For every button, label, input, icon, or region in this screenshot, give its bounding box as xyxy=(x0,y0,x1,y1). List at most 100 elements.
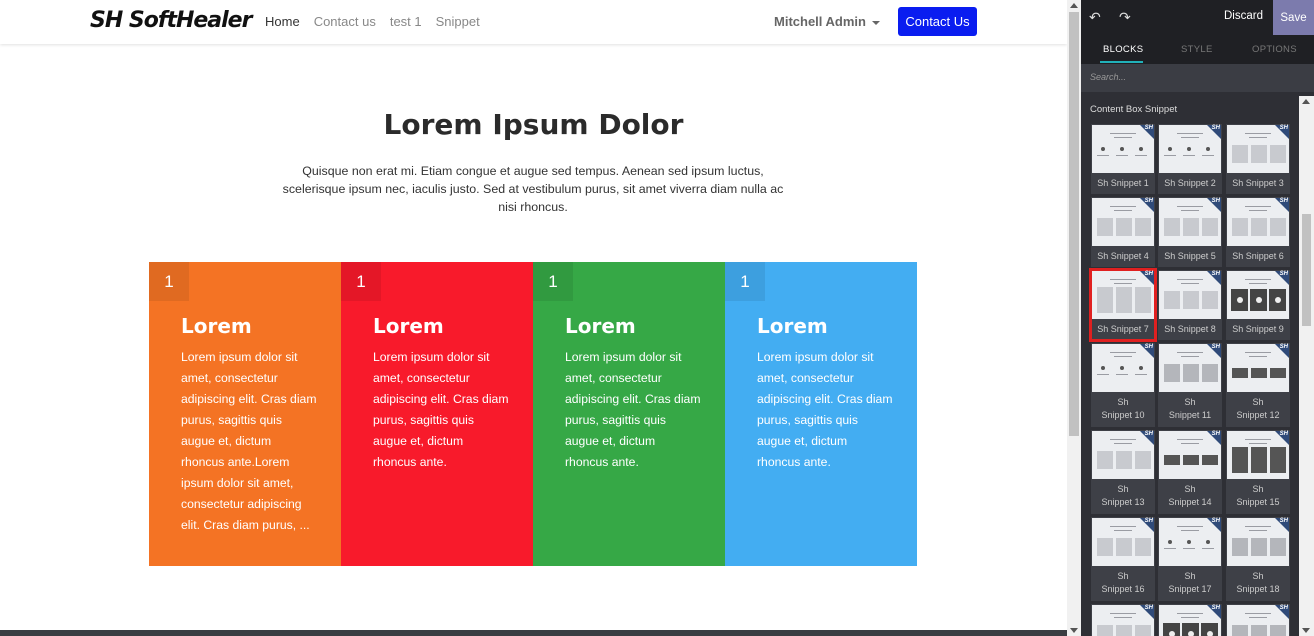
thumb-line xyxy=(1249,283,1267,284)
box-title: Lorem xyxy=(373,314,444,338)
content-box[interactable]: 1 Lorem Lorem ipsum dolor sit amet, cons… xyxy=(341,262,533,566)
thumb-line xyxy=(1110,352,1136,353)
thumb-block xyxy=(1270,447,1286,473)
thumb-line xyxy=(1181,210,1199,211)
snippet-card[interactable]: SH Sh Snippet 7 xyxy=(1089,268,1157,342)
chevron-down-icon xyxy=(871,20,880,25)
snippet-card[interactable]: SH Sh Snippet 9 xyxy=(1226,270,1290,340)
thumb-block xyxy=(1164,218,1180,236)
thumb-block xyxy=(1270,625,1286,636)
snippet-card[interactable]: SH Sh Snippet 10 xyxy=(1091,343,1155,427)
thumb-line xyxy=(1181,137,1199,138)
panel-scrollbar[interactable] xyxy=(1299,96,1314,636)
thumb-line xyxy=(1110,439,1136,440)
sh-tag: SH xyxy=(1211,125,1220,131)
page-scrollbar[interactable] xyxy=(1067,0,1081,636)
thumb-dot xyxy=(1139,147,1143,151)
section-title: Content Box Snippet xyxy=(1090,104,1178,115)
content-box[interactable]: 1 Lorem Lorem ipsum dolor sit amet, cons… xyxy=(149,262,341,566)
snippet-card[interactable]: SH Sh Snippet 18 xyxy=(1226,517,1290,601)
tab-options[interactable]: OPTIONS xyxy=(1252,44,1297,55)
snippet-card[interactable]: SH Sh Snippet 13 xyxy=(1091,430,1155,514)
sh-tag: SH xyxy=(1144,198,1153,204)
thumb-block xyxy=(1164,455,1180,465)
snippet-label: Sh Snippet 4 xyxy=(1097,251,1149,261)
nav-link-snippet[interactable]: Snippet xyxy=(436,14,480,29)
snippet-card[interactable]: SH Sh Snippet 1 xyxy=(1091,124,1155,194)
snippet-card[interactable]: SH xyxy=(1158,604,1222,636)
snippet-card[interactable]: SH Sh Snippet 5 xyxy=(1158,197,1222,267)
discard-button[interactable]: Discard xyxy=(1224,10,1263,22)
thumb-dot xyxy=(1256,297,1262,303)
snippet-label: Sh Snippet 9 xyxy=(1232,324,1284,334)
snippet-thumbnail: SH xyxy=(1092,605,1154,636)
thumb-line xyxy=(1177,206,1203,207)
snippet-label: Sh Snippet 3 xyxy=(1232,178,1284,188)
thumb-line xyxy=(1202,548,1214,549)
snippet-card[interactable]: SH Sh Snippet 11 xyxy=(1158,343,1222,427)
snippet-card[interactable]: SH Sh Snippet 2 xyxy=(1158,124,1222,194)
snippet-thumbnail: SH xyxy=(1227,271,1289,319)
page-scrollbar-thumb[interactable] xyxy=(1069,12,1079,436)
thumb-block xyxy=(1232,625,1248,636)
nav-link-test-1[interactable]: test 1 xyxy=(390,14,422,29)
thumb-line xyxy=(1164,548,1176,549)
thumb-line xyxy=(1249,137,1267,138)
user-menu[interactable]: Mitchell Admin xyxy=(774,14,880,29)
thumb-block xyxy=(1270,368,1286,378)
snippet-card[interactable]: SH Sh Snippet 3 xyxy=(1226,124,1290,194)
contact-us-button[interactable]: Contact Us xyxy=(898,7,977,36)
snippet-label: Sh Snippet 17 xyxy=(1168,571,1212,594)
snippet-card[interactable]: SH Sh Snippet 14 xyxy=(1158,430,1222,514)
tab-blocks[interactable]: BLOCKS xyxy=(1103,44,1143,55)
snippet-card[interactable]: SH Sh Snippet 6 xyxy=(1226,197,1290,267)
save-button[interactable]: Save xyxy=(1273,0,1314,35)
panel-scrollbar-thumb[interactable] xyxy=(1302,214,1311,326)
thumb-line xyxy=(1245,133,1271,134)
sh-tag: SH xyxy=(1211,431,1220,437)
snippet-card[interactable]: SH Sh Snippet 4 xyxy=(1091,197,1155,267)
thumb-block xyxy=(1270,145,1286,163)
thumb-block xyxy=(1116,538,1132,556)
nav-link-home[interactable]: Home xyxy=(265,14,300,29)
snippet-thumbnail: SH xyxy=(1159,518,1221,566)
content-box[interactable]: 1 Lorem Lorem ipsum dolor sit amet, cons… xyxy=(725,262,917,566)
undo-icon[interactable]: ↶ xyxy=(1089,9,1101,26)
thumb-block xyxy=(1270,218,1286,236)
snippet-card[interactable]: SH Sh Snippet 8 xyxy=(1158,270,1222,340)
thumb-block xyxy=(1232,145,1248,163)
editor-panel: ↶ ↷ Discard Save BLOCKS STYLE OPTIONS Se… xyxy=(1081,0,1314,636)
snippet-thumbnail: SH xyxy=(1092,125,1154,173)
site-logo[interactable]: SH SoftHealer xyxy=(90,8,252,33)
tab-style[interactable]: STYLE xyxy=(1181,44,1213,55)
thumb-dot xyxy=(1101,147,1105,151)
content-box[interactable]: 1 Lorem Lorem ipsum dolor sit amet, cons… xyxy=(533,262,725,566)
sh-tag: SH xyxy=(1144,431,1153,437)
thumb-block xyxy=(1232,538,1248,556)
thumb-dot xyxy=(1139,366,1143,370)
snippet-card[interactable]: SH xyxy=(1226,604,1290,636)
box-text: Lorem ipsum dolor sit amet, consectetur … xyxy=(181,350,317,532)
snippet-card[interactable]: SH Sh Snippet 12 xyxy=(1226,343,1290,427)
editor-toolbar: ↶ ↷ Discard Save xyxy=(1081,0,1314,35)
thumb-block xyxy=(1251,538,1267,556)
snippet-card[interactable]: SH Sh Snippet 17 xyxy=(1158,517,1222,601)
snippet-card[interactable]: SH Sh Snippet 16 xyxy=(1091,517,1155,601)
nav-link-contact-us[interactable]: Contact us xyxy=(314,14,376,29)
scroll-up-icon[interactable] xyxy=(1302,99,1310,104)
sh-tag: SH xyxy=(1279,344,1288,350)
scroll-down-icon[interactable] xyxy=(1070,628,1078,633)
redo-icon[interactable]: ↷ xyxy=(1119,9,1131,26)
thumb-block xyxy=(1135,625,1151,636)
thumb-dot xyxy=(1101,366,1105,370)
scroll-up-icon[interactable] xyxy=(1070,3,1078,8)
snippet-card[interactable]: SH Sh Snippet 15 xyxy=(1226,430,1290,514)
search-bar[interactable]: Search... xyxy=(1081,64,1314,92)
search-input[interactable]: Search... xyxy=(1090,72,1126,82)
thumb-line xyxy=(1249,443,1267,444)
snippet-card[interactable]: SH xyxy=(1091,604,1155,636)
sh-tag: SH xyxy=(1279,605,1288,611)
scroll-down-icon[interactable] xyxy=(1302,628,1310,633)
user-name: Mitchell Admin xyxy=(774,14,866,29)
thumb-block xyxy=(1183,291,1199,309)
